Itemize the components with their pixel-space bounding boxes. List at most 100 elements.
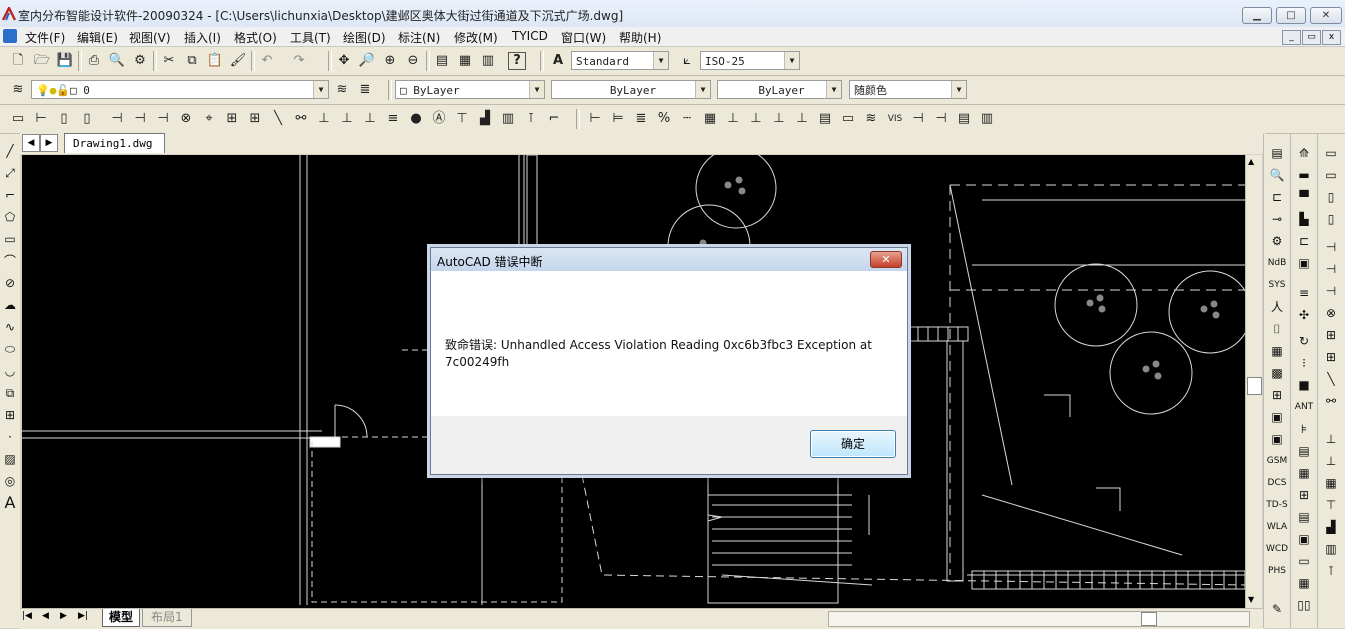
tool-r2-17-icon[interactable]: ▤ (1295, 508, 1313, 526)
linetype-select[interactable]: ByLayer ▼ (551, 80, 711, 99)
print-preview-icon[interactable]: 🔍 (108, 52, 126, 70)
text-style-icon[interactable]: A (549, 52, 567, 70)
cut-icon[interactable]: ✂ (160, 52, 178, 70)
tool-icon-4[interactable]: ▯ (78, 110, 96, 128)
line-icon[interactable]: ╱ (1, 142, 19, 160)
gear-icon[interactable]: ⚙ (1268, 232, 1286, 250)
circle-cross-icon[interactable]: ⊗ (177, 110, 195, 128)
arc-icon[interactable]: ⌒ (1, 252, 19, 270)
menu-edit[interactable]: 编辑(E) (77, 29, 118, 46)
tool-icon-25[interactable]: ⊢ (586, 110, 604, 128)
tool-r3-4-icon[interactable]: ▯ (1322, 210, 1340, 228)
match-properties-icon[interactable]: 🖌 (229, 52, 247, 70)
tool-r3-10-icon[interactable]: ⊞ (1322, 348, 1340, 366)
open-file-icon[interactable]: 🗁 (33, 52, 51, 70)
dot-icon[interactable]: ● (407, 110, 425, 128)
dcs-button[interactable]: DCS (1266, 474, 1288, 492)
tool-r2-19-icon[interactable]: ▭ (1295, 552, 1313, 570)
menu-dimension[interactable]: 标注(N) (398, 29, 440, 46)
design-center-icon[interactable]: ▦ (456, 52, 474, 70)
gsm-button[interactable]: GSM (1266, 452, 1288, 470)
prev-tab-icon[interactable]: ◀ (42, 611, 49, 621)
ant-button[interactable]: ANT (1293, 398, 1315, 416)
paste-icon[interactable]: 📋 (206, 52, 224, 70)
dim-style-icon[interactable]: ⟀ (678, 52, 696, 70)
tool-icon-42[interactable]: ▥ (978, 110, 996, 128)
wcd-button[interactable]: WCD (1266, 540, 1288, 558)
tool-icon-9[interactable]: ⌖ (200, 110, 218, 128)
tool-icon-13[interactable]: ⚯ (292, 110, 310, 128)
vertical-scrollbar[interactable]: ▲ ▼ (1245, 155, 1262, 608)
tool-icon-7[interactable]: ⊣ (154, 110, 172, 128)
tool-r3-13-icon[interactable]: ⊥ (1322, 430, 1340, 448)
properties-icon[interactable]: ▤ (433, 52, 451, 70)
tool-icon-23[interactable]: ⊺ (522, 110, 540, 128)
tool-icon-10[interactable]: ⊞ (223, 110, 241, 128)
save-icon[interactable]: 💾 (56, 52, 74, 70)
text-style-select[interactable]: Standard ▼ (571, 51, 669, 70)
hatch-icon[interactable]: ▨ (1, 450, 19, 468)
line-icon[interactable]: ╲ (269, 110, 287, 128)
tool-icon-40[interactable]: ⊣ (932, 110, 950, 128)
doc-minimize-button[interactable]: _ (1282, 30, 1301, 45)
vis-button[interactable]: VIS (884, 110, 906, 128)
ellipse-icon[interactable]: ⬭ (1, 340, 19, 358)
next-tab-icon[interactable]: ▶ (60, 611, 67, 621)
tool-icon-36[interactable]: ▭ (839, 110, 857, 128)
tool-r3-3-icon[interactable]: ▯ (1322, 188, 1340, 206)
close-window-button[interactable]: ✕ (1310, 7, 1342, 24)
tool-r3-9-icon[interactable]: ⊞ (1322, 326, 1340, 344)
tool-r2-5-icon[interactable]: ⊏ (1295, 232, 1313, 250)
tool-r1-13-icon[interactable]: ▣ (1268, 408, 1286, 426)
tool-r3-5-icon[interactable]: ⊣ (1322, 238, 1340, 256)
tool-r1-1-icon[interactable]: ▤ (1268, 144, 1286, 162)
scroll-down-icon[interactable]: ▼ (1248, 595, 1254, 604)
scroll-thumb[interactable] (1247, 377, 1262, 395)
tab-model[interactable]: 模型 (102, 609, 141, 627)
circle-icon[interactable]: ⊘ (1, 274, 19, 292)
tool-r2-1-icon[interactable]: ⟰ (1295, 144, 1313, 162)
tool-icon-31[interactable]: ⊥ (724, 110, 742, 128)
tab-prev-button[interactable]: ◀ (22, 134, 40, 152)
undo-icon[interactable]: ↶ (258, 52, 276, 70)
insert-block-icon[interactable]: ⧉ (1, 384, 19, 402)
tool-r2-8-icon[interactable]: ✣ (1295, 306, 1313, 324)
tool-r2-4-icon[interactable]: ▙ (1295, 210, 1313, 228)
layer-select[interactable]: 💡●🔓□ 0 ▼ (31, 80, 329, 99)
menu-format[interactable]: 格式(O) (234, 29, 277, 46)
horizontal-scrollbar[interactable] (828, 611, 1250, 627)
tool-icon-3[interactable]: ▯ (55, 110, 73, 128)
wla-button[interactable]: WLA (1266, 518, 1288, 536)
revision-cloud-icon[interactable]: ☁ (1, 296, 19, 314)
tool-icon-14[interactable]: ⊥ (315, 110, 333, 128)
layer-previous-icon[interactable]: ≣ (356, 81, 374, 99)
phs-button[interactable]: PHS (1266, 562, 1288, 580)
print-icon[interactable]: ⎙ (85, 52, 103, 70)
tool-r1-4-icon[interactable]: ⊸ (1268, 210, 1286, 228)
menu-tyicd[interactable]: TYICD (512, 29, 548, 43)
tds-button[interactable]: TD-S (1266, 496, 1288, 514)
menu-view[interactable]: 视图(V) (129, 29, 171, 46)
tool-r3-15-icon[interactable]: ▦ (1322, 474, 1340, 492)
tool-icon-27[interactable]: ≣ (632, 110, 650, 128)
menu-window[interactable]: 窗口(W) (561, 29, 606, 46)
dialog-close-button[interactable]: ✕ (870, 251, 902, 268)
doc-close-button[interactable]: x (1322, 30, 1341, 45)
maximize-button[interactable]: □ (1276, 7, 1306, 24)
first-tab-icon[interactable]: |◀ (22, 611, 32, 621)
tool-r3-7-icon[interactable]: ⊣ (1322, 282, 1340, 300)
line-icon[interactable]: ╲ (1322, 370, 1340, 388)
tool-icon-20[interactable]: ⊤ (453, 110, 471, 128)
color-select[interactable]: □ ByLayer ▼ (395, 80, 545, 99)
table-icon[interactable]: ▦ (1268, 342, 1286, 360)
ndb-button[interactable]: NdB (1266, 254, 1288, 272)
ok-button[interactable]: 确定 (810, 430, 896, 458)
tool-r2-7-icon[interactable]: ≡ (1295, 284, 1313, 302)
tool-r3-17-icon[interactable]: ▟ (1322, 518, 1340, 536)
region-icon[interactable]: ◎ (1, 472, 19, 490)
scroll-up-icon[interactable]: ▲ (1248, 157, 1254, 166)
spline-icon[interactable]: ∿ (1, 318, 19, 336)
menu-file[interactable]: 文件(F) (25, 29, 65, 46)
zoom-window-icon[interactable]: ⊕ (381, 52, 399, 70)
tool-icon-1[interactable]: ▭ (9, 110, 27, 128)
